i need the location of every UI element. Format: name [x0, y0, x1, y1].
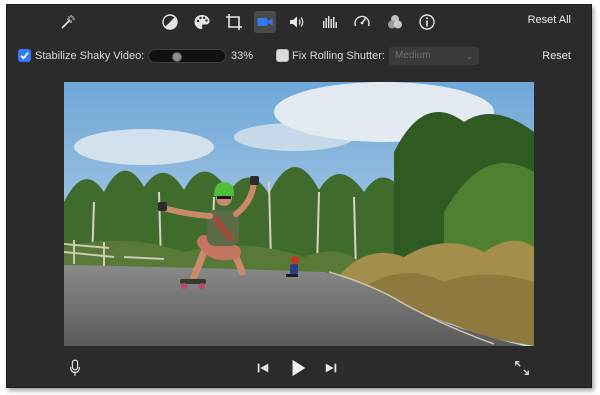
stabilize-label: Stabilize Shaky Video: [35, 50, 145, 62]
checkmark-icon [20, 52, 29, 60]
adjustments-window: Reset All Stabilize Shaky Video: 33% Fix… [6, 4, 592, 388]
skip-forward-icon[interactable] [323, 360, 339, 376]
crop-icon[interactable] [223, 11, 245, 33]
filter-icon[interactable] [384, 11, 406, 33]
rolling-shutter-dropdown[interactable]: Medium ⌄ [389, 47, 479, 65]
adjustments-toolbar: Reset All [7, 5, 591, 37]
stabilize-percent: 33% [231, 50, 254, 62]
color-correction-icon[interactable] [191, 11, 213, 33]
stabilize-slider[interactable] [148, 49, 226, 63]
color-balance-icon[interactable] [159, 11, 181, 33]
playback-controls [7, 355, 591, 383]
reset-all-button[interactable]: Reset All [528, 14, 571, 26]
info-icon[interactable] [416, 11, 438, 33]
video-frame-image [64, 82, 534, 346]
rolling-shutter-label: Fix Rolling Shutter: [292, 50, 385, 62]
stabilize-checkbox[interactable] [18, 49, 31, 62]
microphone-icon[interactable] [67, 357, 83, 379]
rolling-shutter-checkbox[interactable] [276, 49, 289, 62]
reset-button[interactable]: Reset [542, 50, 571, 62]
speed-icon[interactable] [351, 11, 373, 33]
chevron-down-icon: ⌄ [465, 51, 473, 61]
volume-icon[interactable] [286, 11, 308, 33]
stabilization-camera-icon[interactable] [254, 11, 276, 33]
equalizer-icon[interactable] [319, 11, 341, 33]
skip-back-icon[interactable] [255, 360, 271, 376]
dropdown-value: Medium [395, 50, 431, 61]
video-viewer[interactable] [64, 82, 534, 346]
slider-knob[interactable] [171, 52, 182, 62]
stabilization-controls: Stabilize Shaky Video: 33% Fix Rolling S… [7, 45, 591, 69]
magic-wand-icon[interactable] [56, 11, 78, 33]
play-icon[interactable] [287, 357, 309, 379]
fullscreen-icon[interactable] [513, 359, 531, 377]
